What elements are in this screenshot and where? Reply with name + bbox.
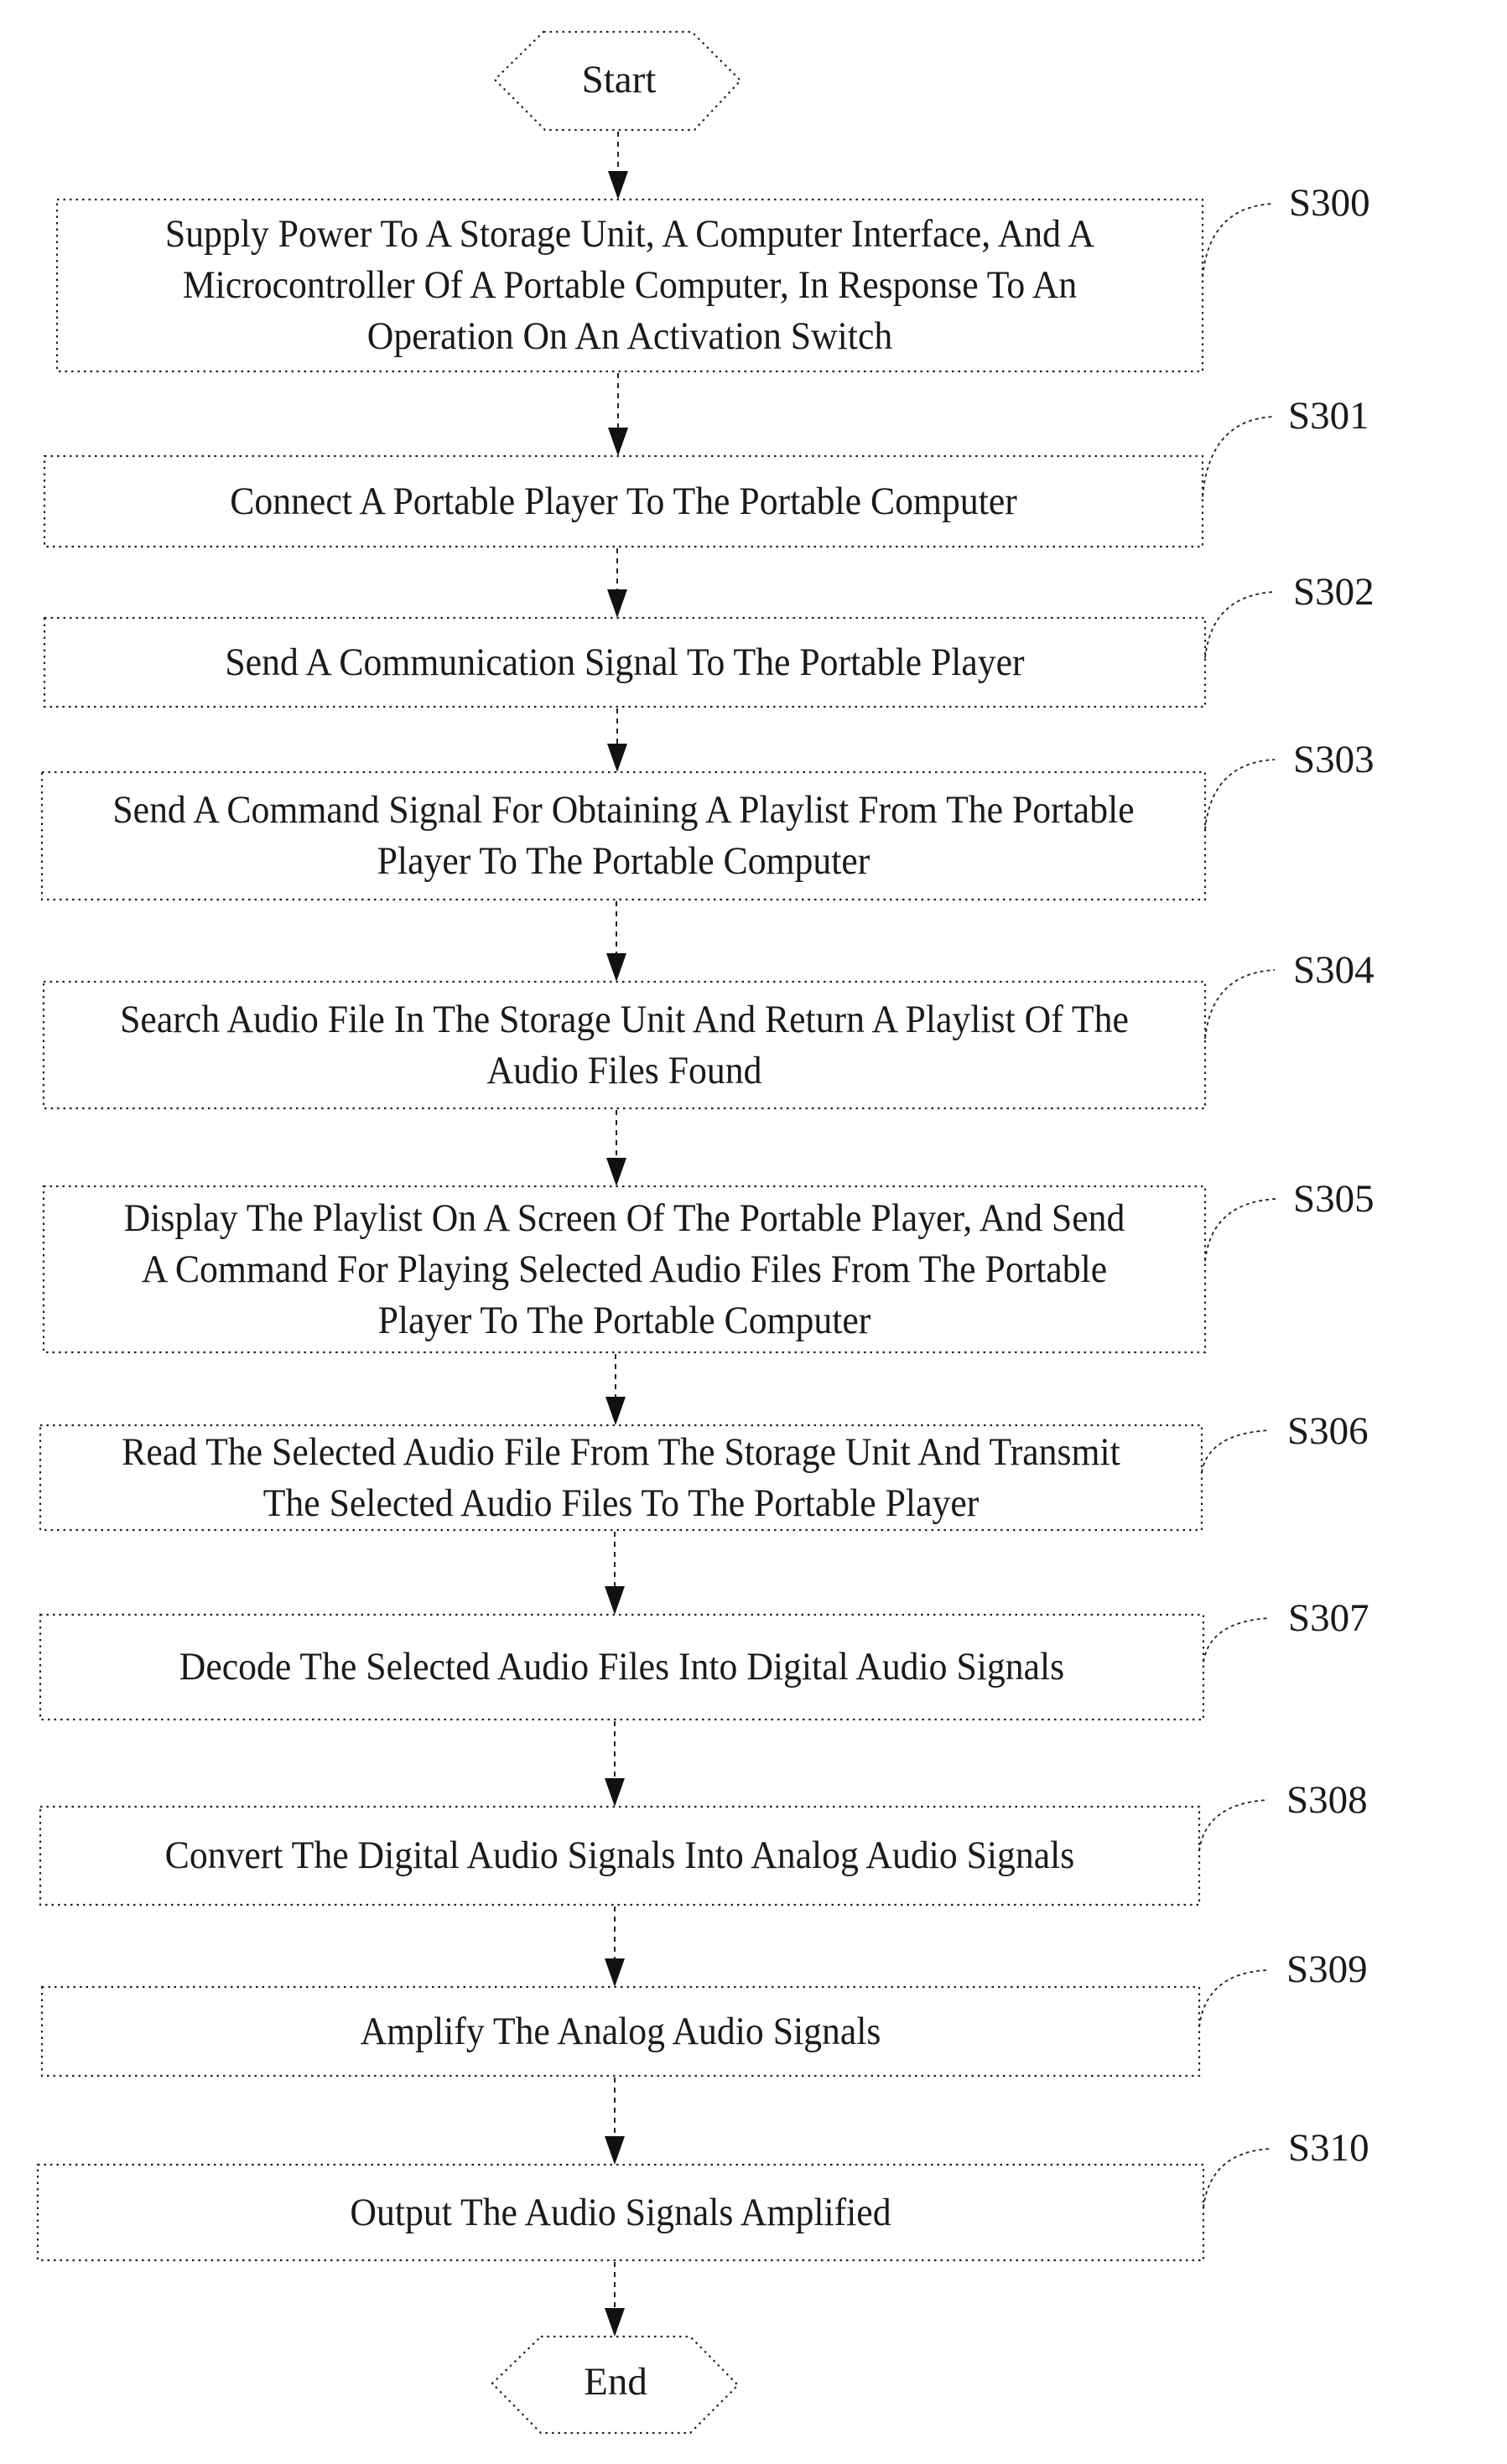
step-ref-s310: S310 xyxy=(1288,2126,1369,2170)
step-box-s305: Display The Playlist On A Screen Of The … xyxy=(84,1186,1164,1352)
step-text-s301: Connect A Portable Player To The Portabl… xyxy=(230,479,1017,523)
arrowhead-icon xyxy=(605,1586,625,1615)
arrowhead-icon xyxy=(605,1958,625,1987)
step-text-s306: Read The Selected Audio File From The St… xyxy=(122,1429,1120,1525)
arrowhead-icon xyxy=(607,744,627,772)
arrowhead-icon xyxy=(607,589,627,618)
leader-line-s307 xyxy=(1203,1617,1271,1663)
step-ref-s305: S305 xyxy=(1293,1177,1374,1221)
start-label: Start xyxy=(581,58,657,101)
step-box-s303: Send A Command Signal For Obtaining A Pl… xyxy=(83,772,1165,900)
step-text-s309: Amplify The Analog Audio Signals xyxy=(360,2009,881,2053)
leader-line-s300 xyxy=(1202,203,1274,278)
step-ref-s307: S307 xyxy=(1288,1596,1369,1640)
step-box-s306: Read The Selected Audio File From The St… xyxy=(81,1425,1161,1530)
step-text-s304: Search Audio File In The Storage Unit An… xyxy=(120,997,1129,1092)
arrowhead-icon xyxy=(606,1158,626,1186)
step-ref-s302: S302 xyxy=(1293,570,1374,614)
step-text-s305: Display The Playlist On A Screen Of The … xyxy=(123,1196,1125,1342)
leader-line-s306 xyxy=(1201,1429,1271,1473)
leader-line-s301 xyxy=(1202,416,1274,497)
step-box-s304: Search Audio File In The Storage Unit An… xyxy=(84,982,1164,1108)
step-text-s303: Send A Command Signal For Obtaining A Pl… xyxy=(112,788,1135,883)
step-ref-s309: S309 xyxy=(1286,1948,1368,1991)
leader-line-s302 xyxy=(1204,591,1276,658)
step-ref-s301: S301 xyxy=(1288,394,1369,438)
step-text-s307: Decode The Selected Audio Files Into Dig… xyxy=(179,1645,1065,1688)
step-ref-s306: S306 xyxy=(1287,1409,1369,1453)
leader-line-s310 xyxy=(1203,2148,1271,2208)
step-box-s308: Convert The Digital Audio Signals Into A… xyxy=(81,1807,1158,1905)
leader-line-s304 xyxy=(1204,969,1276,1040)
step-box-s307: Decode The Selected Audio Files Into Dig… xyxy=(81,1615,1163,1720)
step-text-s302: Send A Communication Signal To The Porta… xyxy=(225,640,1025,684)
step-text-s300: Supply Power To A Storage Unit, A Comput… xyxy=(164,212,1095,358)
step-box-s309: Amplify The Analog Audio Signals xyxy=(82,1987,1158,2076)
leader-line-s308 xyxy=(1198,1799,1269,1851)
arrowhead-icon xyxy=(605,1778,625,1807)
arrowhead-icon xyxy=(605,2136,625,2165)
arrowhead-icon xyxy=(606,953,626,982)
end-label: End xyxy=(584,2360,647,2404)
step-text-s308: Convert The Digital Audio Signals Into A… xyxy=(164,1834,1075,1877)
step-box-s302: Send A Communication Signal To The Porta… xyxy=(85,618,1164,707)
arrowhead-icon xyxy=(608,428,628,456)
leader-line-s303 xyxy=(1204,759,1276,830)
arrowhead-icon xyxy=(605,1397,626,1425)
step-ref-s303: S303 xyxy=(1293,738,1374,781)
leader-line-s305 xyxy=(1204,1198,1277,1262)
step-box-s310: Output The Audio Signals Amplified xyxy=(79,2165,1163,2260)
arrowhead-icon xyxy=(605,2308,625,2337)
step-ref-s308: S308 xyxy=(1286,1778,1368,1822)
arrowhead-icon xyxy=(608,171,628,200)
step-ref-s304: S304 xyxy=(1293,948,1374,992)
step-text-s310: Output The Audio Signals Amplified xyxy=(350,2190,891,2234)
step-box-s301: Connect A Portable Player To The Portabl… xyxy=(85,456,1161,547)
step-ref-s300: S300 xyxy=(1289,181,1370,225)
step-box-s300: Supply Power To A Storage Unit, A Comput… xyxy=(97,200,1162,371)
leader-line-s309 xyxy=(1198,1969,1267,2027)
